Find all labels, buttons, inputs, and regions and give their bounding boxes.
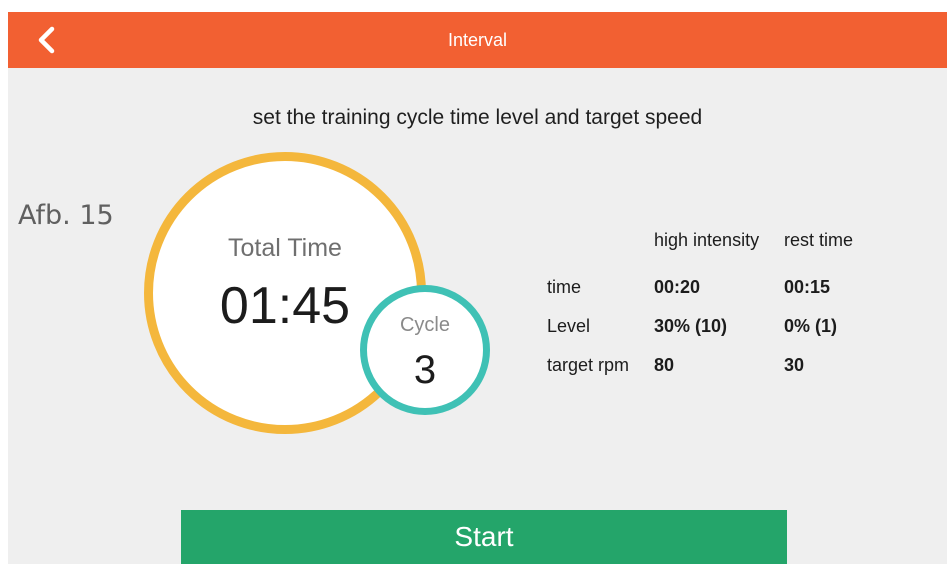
total-time-label: Total Time bbox=[228, 234, 342, 262]
level-rest-value[interactable]: 0% (1) bbox=[784, 316, 837, 337]
back-button[interactable] bbox=[30, 22, 66, 58]
time-rest-value[interactable]: 00:15 bbox=[784, 277, 830, 298]
chevron-left-icon bbox=[38, 26, 55, 54]
interval-screen: Interval set the training cycle time lev… bbox=[8, 12, 947, 564]
row-label-target-rpm: target rpm bbox=[547, 355, 630, 375]
instruction-text: set the training cycle time level and ta… bbox=[252, 106, 703, 129]
cycle-label: Cycle bbox=[399, 314, 450, 336]
row-label-time: time bbox=[547, 277, 582, 297]
rpm-high-value[interactable]: 80 bbox=[654, 355, 674, 376]
figure-label: Afb. 15 bbox=[18, 200, 114, 231]
row-label-level: Level bbox=[547, 316, 591, 336]
header-bar: Interval bbox=[8, 12, 947, 68]
cycle-value: 3 bbox=[413, 348, 437, 392]
column-header-high-intensity: high intensity bbox=[654, 230, 760, 250]
column-header-rest-time: rest time bbox=[784, 230, 854, 250]
rpm-rest-value[interactable]: 30 bbox=[784, 355, 804, 376]
level-high-value[interactable]: 30% (10) bbox=[654, 316, 727, 337]
time-high-value[interactable]: 00:20 bbox=[654, 277, 700, 298]
page-title: Interval bbox=[447, 30, 508, 50]
start-button[interactable]: Start bbox=[181, 510, 787, 564]
